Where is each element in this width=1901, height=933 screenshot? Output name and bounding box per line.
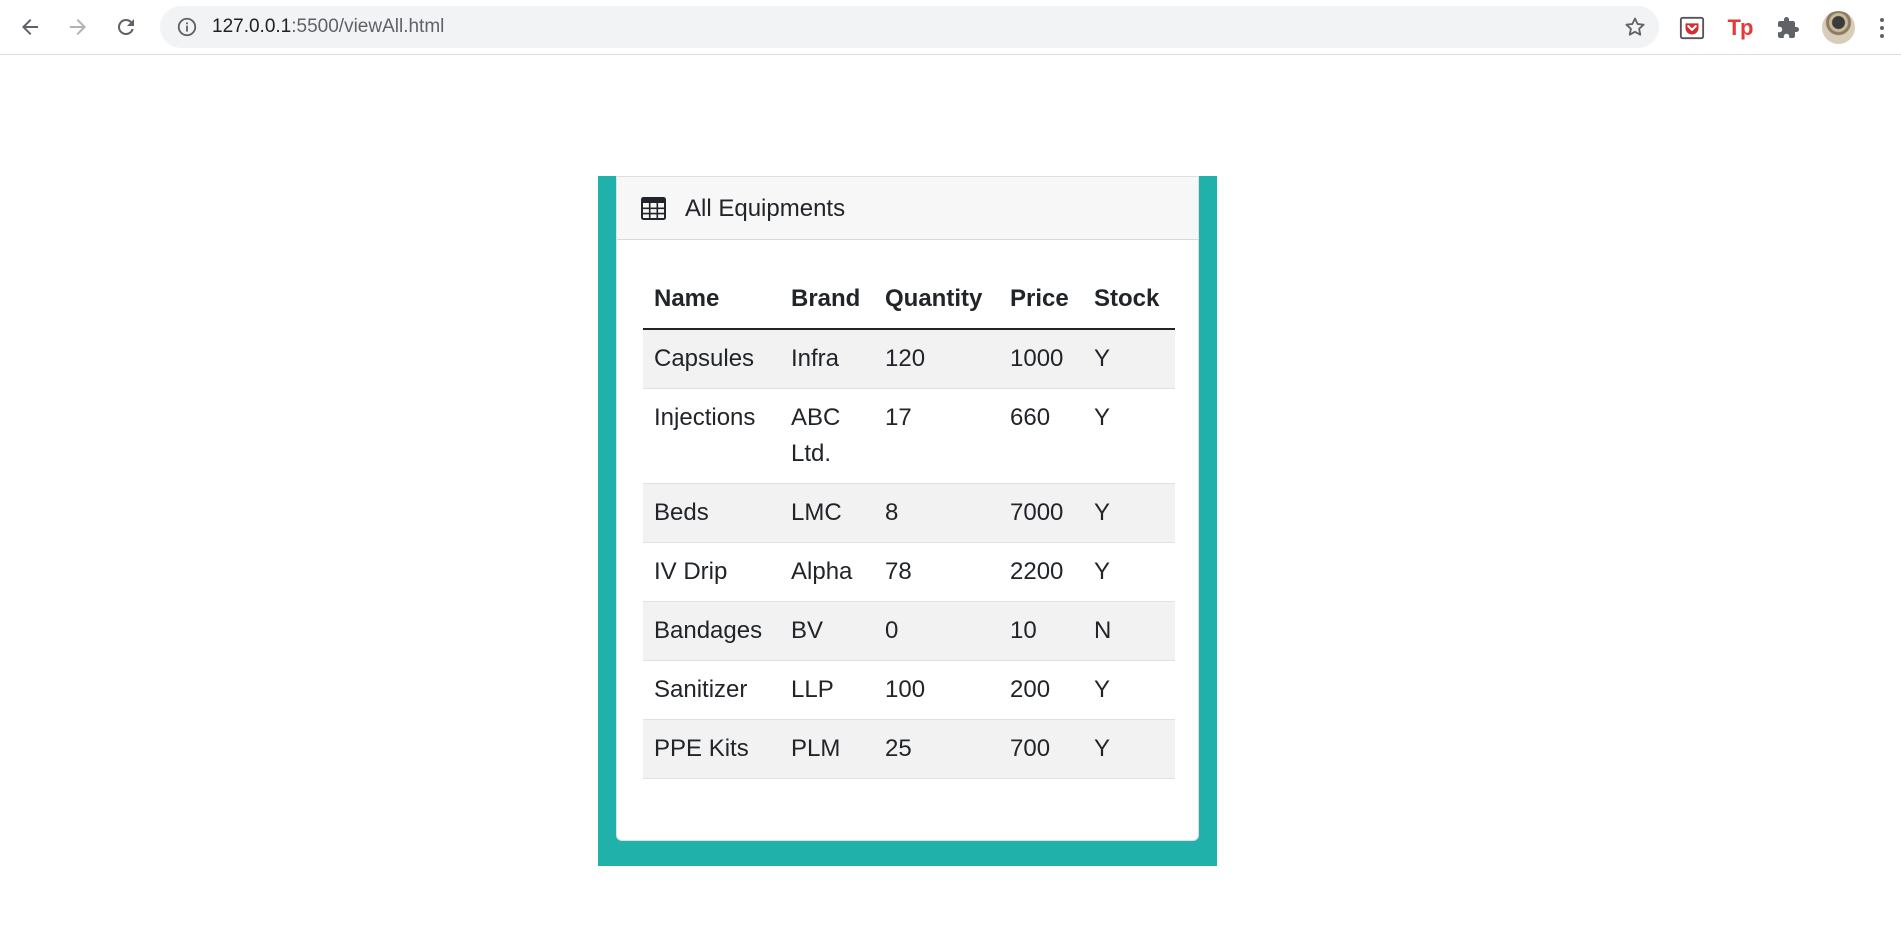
table-row: IV Drip Alpha 78 2200 Y [643, 542, 1175, 602]
cell-stock: Y [1083, 388, 1175, 484]
cell-stock: Y [1083, 328, 1175, 389]
puzzle-extensions-icon[interactable] [1774, 14, 1802, 42]
column-header-brand[interactable]: Brand [780, 269, 874, 330]
address-bar[interactable]: 127.0.0.1:5500/viewAll.html [160, 6, 1659, 48]
cell-name: Bandages [643, 601, 780, 661]
cell-price: 2200 [999, 542, 1083, 602]
equipment-card: All Equipments Name Brand Quantity Price… [616, 176, 1199, 841]
arrow-left-icon [22, 19, 38, 35]
cell-brand: Infra [780, 328, 874, 389]
cell-stock: Y [1083, 660, 1175, 720]
table-row: Injections ABC Ltd. 17 660 Y [643, 388, 1175, 484]
cell-quantity: 8 [874, 483, 999, 543]
url-path: :5500/viewAll.html [291, 16, 445, 37]
cell-price: 10 [999, 601, 1083, 661]
card-title: All Equipments [685, 195, 846, 222]
cell-quantity: 78 [874, 542, 999, 602]
profile-avatar[interactable] [1822, 11, 1855, 44]
cell-name: PPE Kits [643, 719, 780, 779]
cell-name: Sanitizer [643, 660, 780, 720]
url-host: 127.0.0.1 [212, 16, 292, 37]
table-header-row: Name Brand Quantity Price Stock [643, 269, 1175, 330]
cell-price: 700 [999, 719, 1083, 779]
cell-name: IV Drip [643, 542, 780, 602]
cell-quantity: 0 [874, 601, 999, 661]
tp-extension-icon[interactable]: Tp [1726, 14, 1754, 42]
cell-price: 7000 [999, 483, 1083, 543]
cell-brand: BV [780, 601, 874, 661]
column-header-quantity[interactable]: Quantity [874, 269, 999, 330]
back-button[interactable] [12, 9, 48, 45]
browser-menu-icon[interactable] [1872, 14, 1892, 42]
cell-quantity: 100 [874, 660, 999, 720]
cell-stock: Y [1083, 542, 1175, 602]
column-header-stock[interactable]: Stock [1083, 269, 1175, 330]
cell-stock: Y [1083, 483, 1175, 543]
table-row: Sanitizer LLP 100 200 Y [643, 660, 1175, 720]
table-row: Capsules Infra 120 1000 Y [643, 328, 1175, 389]
cell-brand: LLP [780, 660, 874, 720]
equipment-table: Name Brand Quantity Price Stock Capsules… [643, 269, 1175, 779]
cell-brand: ABC Ltd. [780, 388, 874, 484]
url-text[interactable]: 127.0.0.1:5500/viewAll.html [212, 6, 444, 48]
forward-button[interactable] [60, 9, 96, 45]
browser-toolbar: 127.0.0.1:5500/viewAll.html Tp [0, 0, 1901, 55]
cell-stock: Y [1083, 719, 1175, 779]
cell-stock: N [1083, 601, 1175, 661]
arrow-right-icon [70, 19, 86, 35]
card-header: All Equipments [617, 177, 1198, 240]
table-row: Beds LMC 8 7000 Y [643, 483, 1175, 543]
cell-quantity: 120 [874, 328, 999, 389]
table-row: PPE Kits PLM 25 700 Y [643, 719, 1175, 779]
cell-price: 200 [999, 660, 1083, 720]
table-icon [641, 197, 666, 220]
reload-icon [117, 18, 134, 35]
column-header-price[interactable]: Price [999, 269, 1083, 330]
site-info-icon[interactable] [176, 16, 198, 38]
cell-brand: LMC [780, 483, 874, 543]
cell-name: Injections [643, 388, 780, 484]
reload-button[interactable] [108, 9, 144, 45]
cell-name: Capsules [643, 328, 780, 389]
cell-price: 660 [999, 388, 1083, 484]
column-header-name[interactable]: Name [643, 269, 780, 330]
cell-brand: Alpha [780, 542, 874, 602]
cell-price: 1000 [999, 328, 1083, 389]
cell-name: Beds [643, 483, 780, 543]
bookmark-star-icon[interactable] [1623, 15, 1647, 39]
cell-quantity: 25 [874, 719, 999, 779]
cell-quantity: 17 [874, 388, 999, 484]
table-row: Bandages BV 0 10 N [643, 601, 1175, 661]
pocket-extension-icon[interactable] [1678, 14, 1706, 42]
cell-brand: PLM [780, 719, 874, 779]
